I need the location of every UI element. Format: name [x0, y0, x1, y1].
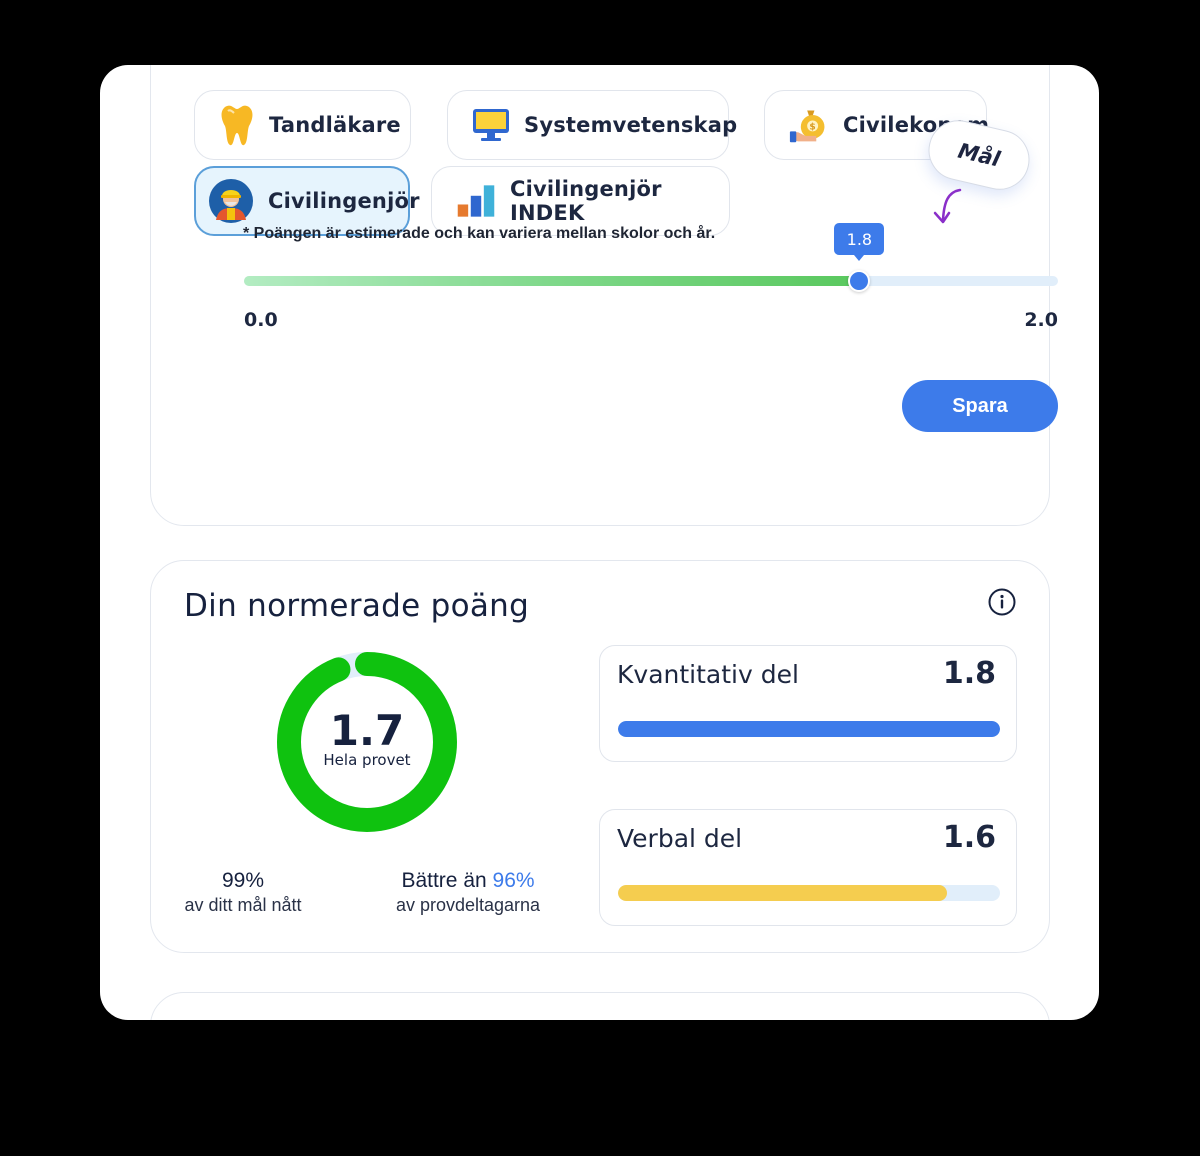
part-value: 1.6	[942, 820, 996, 855]
program-chip-tandlakare[interactable]: Tandläkare	[194, 90, 411, 160]
goal-slider[interactable]: 1.8	[244, 223, 1058, 292]
total-score-value: 1.7	[329, 706, 405, 755]
part-progress-fill	[618, 721, 1000, 737]
part-progress-bar	[618, 721, 1000, 737]
app-frame: Tandläkare Systemvetenskap $ Civilekonom…	[100, 65, 1099, 1020]
program-chip-systemvetenskap[interactable]: Systemvetenskap	[447, 90, 737, 160]
percentile-prefix: Bättre än	[401, 869, 493, 892]
part-progress-bar	[618, 885, 1000, 901]
part-score-verbal: Verbal del 1.6	[599, 809, 1017, 926]
curved-arrow-icon	[933, 188, 962, 224]
engineer-icon	[208, 178, 254, 224]
info-icon[interactable]	[987, 587, 1017, 617]
goal-card: Tandläkare Systemvetenskap $ Civilekonom…	[150, 65, 1058, 526]
monitor-icon	[472, 105, 510, 145]
bar-chart-icon	[456, 181, 496, 221]
total-score-label: Hela provet	[323, 751, 411, 769]
goal-progress-value: 99%	[221, 869, 265, 892]
program-label: Civilingenjör INDEK	[510, 177, 662, 225]
tooth-icon	[219, 105, 255, 146]
goal-bubble: Mål	[922, 114, 1036, 196]
goal-slider-value: 1.8	[834, 223, 885, 261]
slider-min-label: 0.0	[244, 309, 278, 331]
next-card	[150, 992, 1050, 1020]
score-title: Din normerade poäng	[184, 588, 530, 624]
program-label: Civilingenjör	[268, 189, 420, 213]
part-score-kvantitativ: Kvantitativ del 1.8	[599, 645, 1017, 762]
score-card: Din normerade poäng 1.7 Hela provet 99% …	[150, 560, 1050, 953]
program-label: Tandläkare	[269, 113, 401, 137]
percentile-stat: Bättre än 96% av provdeltagarna	[373, 869, 563, 916]
svg-text:$: $	[809, 123, 816, 133]
estimate-note: * Poängen är estimerade och kan variera …	[243, 225, 716, 242]
part-label: Kvantitativ del	[617, 660, 799, 689]
program-label: Systemvetenskap	[524, 113, 738, 137]
save-button[interactable]: Spara	[902, 380, 1058, 432]
goal-progress-stat: 99% av ditt mål nått	[173, 869, 313, 916]
percentile-text: av provdeltagarna	[395, 895, 541, 915]
part-value: 1.8	[942, 656, 996, 691]
goal-slider-handle[interactable]	[848, 270, 871, 292]
percentile-value: 96%	[492, 869, 535, 892]
money-bag-icon: $	[789, 105, 829, 145]
goal-slider-fill	[244, 276, 860, 286]
slider-max-label: 2.0	[1024, 309, 1058, 331]
goal-progress-text: av ditt mål nått	[184, 895, 302, 915]
part-progress-fill	[618, 885, 947, 901]
part-label: Verbal del	[617, 824, 743, 853]
